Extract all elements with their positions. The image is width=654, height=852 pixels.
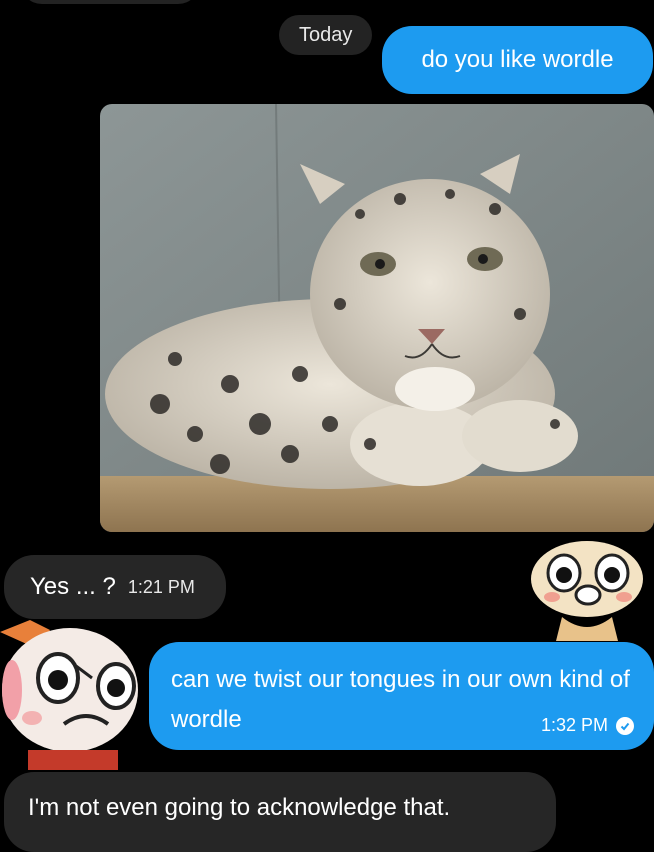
- message-meta: 1:32 PM: [541, 715, 634, 736]
- date-divider: Today: [279, 15, 373, 55]
- incoming-message-bubble[interactable]: I'm not even going to acknowledge that.: [4, 772, 556, 852]
- previous-message-bubble: [20, 0, 200, 4]
- snow-leopard-image: [100, 104, 654, 532]
- message-text: do you like wordle: [421, 46, 614, 73]
- laughing-cartoon-sticker[interactable]: [528, 537, 646, 648]
- angry-face-icon: [0, 620, 138, 770]
- laughing-face-icon: [531, 541, 643, 641]
- angry-cartoon-sticker[interactable]: [0, 620, 146, 775]
- incoming-message-bubble[interactable]: Yes ... ? 1:21 PM: [4, 555, 226, 619]
- message-text: Yes ... ?: [30, 573, 116, 600]
- message-text: I'm not even going to acknowledge that.: [28, 794, 451, 821]
- outgoing-message-bubble[interactable]: can we twist our tongues in our own kind…: [149, 642, 654, 750]
- message-timestamp: 1:21 PM: [127, 576, 195, 597]
- message-timestamp: 1:32 PM: [540, 715, 608, 735]
- read-check-icon: [616, 716, 634, 735]
- outgoing-message-bubble[interactable]: do you like wordle: [382, 26, 653, 94]
- date-divider-label: Today: [299, 23, 353, 46]
- snow-leopard-photo[interactable]: [100, 104, 654, 532]
